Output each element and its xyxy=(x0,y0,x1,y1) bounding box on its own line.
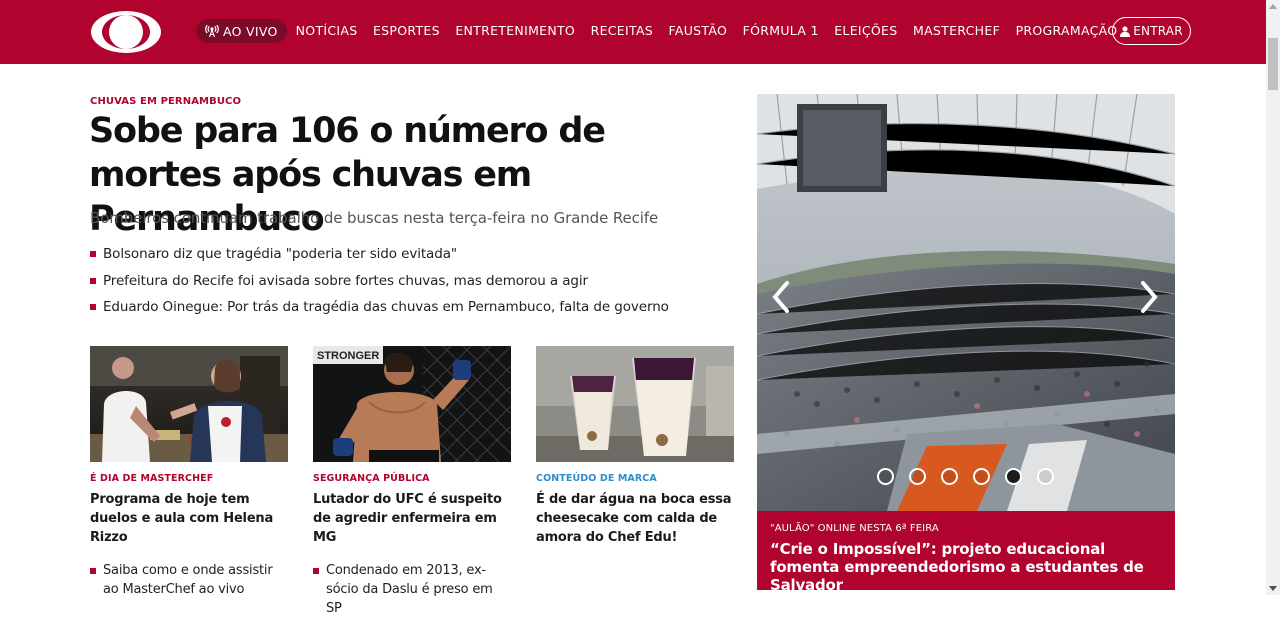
broadcast-icon xyxy=(205,25,219,37)
slider-dot-6[interactable] xyxy=(1037,468,1054,485)
card-image-masterchef[interactable] xyxy=(90,346,288,462)
card-related-link[interactable]: Saiba como e onde assistir ao MasterChef… xyxy=(90,561,288,599)
nav-item-esportes[interactable]: ESPORTES xyxy=(373,19,440,43)
news-card-cheesecake[interactable]: CONTEÚDO DE MARCA É de dar água na boca … xyxy=(536,346,734,547)
related-link[interactable]: Prefeitura do Recife foi avisada sobre f… xyxy=(90,268,669,295)
nav-item-programacao[interactable]: PROGRAMAÇÃO xyxy=(1016,19,1118,43)
news-card-masterchef[interactable]: É DIA DE MASTERCHEF Programa de hoje tem… xyxy=(90,346,288,599)
top-navigation-bar: AO VIVO NOTÍCIAS ESPORTES ENTRETENIMENTO… xyxy=(0,0,1266,64)
nav-item-formula-1[interactable]: FÓRMULA 1 xyxy=(743,19,819,43)
page-scrollbar[interactable] xyxy=(1266,0,1280,595)
card-tag[interactable]: É DIA DE MASTERCHEF xyxy=(90,473,288,484)
nav-item-noticias[interactable]: NOTÍCIAS xyxy=(296,19,358,43)
card-image-ufc[interactable]: STRONGER xyxy=(313,346,511,462)
related-links-list: Bolsonaro diz que tragédia "poderia ter … xyxy=(90,241,669,321)
related-link[interactable]: Bolsonaro diz que tragédia "poderia ter … xyxy=(90,241,669,268)
slider-caption[interactable]: "AULÃO" ONLINE NESTA 6ª FEIRA “Crie o Im… xyxy=(757,511,1175,594)
slider-dot-1[interactable] xyxy=(877,468,894,485)
slider-kicker: "AULÃO" ONLINE NESTA 6ª FEIRA xyxy=(770,523,939,534)
slider-dot-5-active[interactable] xyxy=(1005,468,1022,485)
news-card-ufc[interactable]: STRONGER SEGURANÇA PÚBLICA Lutador do UF… xyxy=(313,346,511,618)
nav-item-eleicoes[interactable]: ELEIÇÕES xyxy=(834,19,897,43)
headline-subtitle[interactable]: Bombeiros continuam trabalho de buscas n… xyxy=(90,209,658,227)
slider-pagination xyxy=(877,468,1069,485)
card-related-link[interactable]: Condenado em 2013, ex-sócio da Daslu é p… xyxy=(313,561,511,618)
main-menu: AO VIVO NOTÍCIAS ESPORTES ENTRETENIMENTO… xyxy=(196,19,1133,43)
slider-next-icon[interactable] xyxy=(1137,279,1161,315)
scroll-down-icon[interactable] xyxy=(1269,586,1277,591)
nav-live-label: AO VIVO xyxy=(223,23,278,39)
nav-item-ao-vivo[interactable]: AO VIVO xyxy=(196,19,287,43)
slider-dot-3[interactable] xyxy=(941,468,958,485)
slider-dot-2[interactable] xyxy=(909,468,926,485)
login-button[interactable]: ENTRAR xyxy=(1112,17,1191,45)
card-tag[interactable]: SEGURANÇA PÚBLICA xyxy=(313,473,511,484)
card-image-cheesecake[interactable] xyxy=(536,346,734,462)
band-logo[interactable] xyxy=(90,10,162,54)
nav-item-entretenimento[interactable]: ENTRETENIMENTO xyxy=(455,19,575,43)
login-label: ENTRAR xyxy=(1133,24,1183,38)
slider-image-stadium[interactable] xyxy=(757,94,1175,511)
scroll-up-icon[interactable] xyxy=(1269,4,1277,9)
nav-item-faustao[interactable]: FAUSTÃO xyxy=(669,19,728,43)
nav-item-masterchef[interactable]: MASTERCHEF xyxy=(913,19,1000,43)
card-title[interactable]: Lutador do UFC é suspeito de agredir enf… xyxy=(313,490,511,547)
headline-kicker[interactable]: CHUVAS EM PERNAMBUCO xyxy=(90,96,241,107)
nav-item-receitas[interactable]: RECEITAS xyxy=(591,19,653,43)
card-tag-sponsored[interactable]: CONTEÚDO DE MARCA xyxy=(536,473,734,484)
slider-prev-icon[interactable] xyxy=(769,279,793,315)
card-title[interactable]: Programa de hoje tem duelos e aula com H… xyxy=(90,490,288,547)
featured-slider: "AULÃO" ONLINE NESTA 6ª FEIRA “Crie o Im… xyxy=(757,94,1175,594)
card-title[interactable]: É de dar água na boca essa cheesecake co… xyxy=(536,490,734,547)
slider-dot-4[interactable] xyxy=(973,468,990,485)
scrollbar-thumb[interactable] xyxy=(1268,38,1278,90)
related-link[interactable]: Eduardo Oinegue: Por trás da tragédia da… xyxy=(90,294,669,321)
user-icon xyxy=(1120,25,1131,37)
banner-text: STRONGER xyxy=(317,350,379,362)
slider-title[interactable]: “Crie o Impossível”: projeto educacional… xyxy=(770,540,1162,594)
